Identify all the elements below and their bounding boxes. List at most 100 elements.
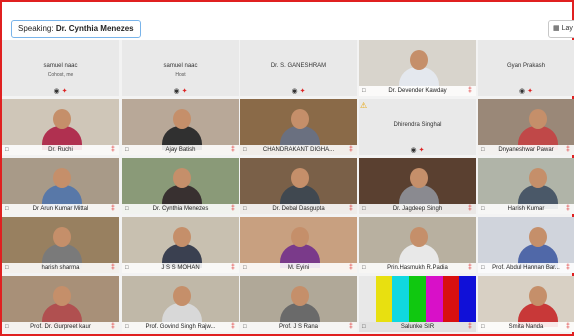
layout-button-label: Lay <box>561 25 573 32</box>
person-head <box>410 168 428 188</box>
participant-name: Dhirendra Singhal <box>393 122 442 128</box>
participant-tile[interactable]: Dnyaneshwar Pawar □ ‡ <box>478 99 574 155</box>
color-bar <box>459 276 476 322</box>
mic-muted-icon: ‡ <box>468 264 472 271</box>
mic-muted-icon: ‡ <box>111 146 115 153</box>
participant-tile[interactable]: Gyan Prakash ◉ ✦ <box>478 40 574 96</box>
participant-name: Prin.Hasmukh R.Padia <box>359 263 476 273</box>
mic-muted-icon: ‡ <box>468 87 472 94</box>
participant-name: Prof. Govind Singh Rajw... <box>122 322 239 332</box>
participant-tile[interactable]: Prof. J S Rana □ ‡ <box>240 276 357 332</box>
participant-tile[interactable]: Prin.Hasmukh R.Padia □ ‡ <box>359 217 476 273</box>
participant-tile[interactable]: Harish Kumar □ ‡ <box>478 158 574 214</box>
participant-video <box>280 109 320 150</box>
participant-name: Dr. Devender Kawday <box>359 86 476 96</box>
person-head <box>53 168 71 188</box>
participant-name: Salunke SIR <box>359 322 476 332</box>
person-head <box>529 286 547 306</box>
person-head <box>529 109 547 129</box>
mic-muted-icon: ‡ <box>231 205 235 212</box>
participant-tile[interactable]: samuel naac Cohost, me ◉ ✦ <box>2 40 119 96</box>
participant-tile[interactable]: Dhirendra Singhal ◉ ✦ ⚠ <box>359 99 476 155</box>
person-head <box>173 286 191 306</box>
participant-tile[interactable]: Dr. Cynthia Menezes □ ‡ <box>122 158 239 214</box>
person-head <box>53 109 71 129</box>
participant-video <box>280 286 320 327</box>
meeting-top-bar: Speaking: Dr. Cynthia Menezes ▦ Lay <box>2 2 574 40</box>
layout-button[interactable]: ▦ Lay <box>548 20 574 38</box>
participant-tile[interactable]: Salunke SIR □ ‡ <box>359 276 476 332</box>
person-head <box>410 50 428 70</box>
participant-video <box>42 168 82 209</box>
participant-name: J S S MOHAN <box>122 263 239 273</box>
participant-name: samuel naac <box>163 63 198 69</box>
participant-tile[interactable]: Prof. Dr. Gurpreet kaur □ ‡ <box>2 276 119 332</box>
person-head <box>53 227 71 247</box>
video-icon: □ <box>5 206 9 212</box>
participant-tile[interactable]: CHANDRAKANT DIGHA... □ ‡ <box>240 99 357 155</box>
participant-name: CHANDRAKANT DIGHA... <box>240 145 357 155</box>
video-icon: □ <box>481 147 485 153</box>
participant-tile[interactable]: Ajay Batish □ ‡ <box>122 99 239 155</box>
participant-name: samuel naac <box>43 63 78 69</box>
participant-tile[interactable]: Dr Arun Kumar Mittal □ ‡ <box>2 158 119 214</box>
video-icon: □ <box>5 324 9 330</box>
mic-muted-icon: ‡ <box>349 205 353 212</box>
participant-tile[interactable]: harish sharma □ ‡ <box>2 217 119 273</box>
participant-tile[interactable]: Dr. Debal Dasgupta □ ‡ <box>240 158 357 214</box>
participant-video <box>399 50 439 91</box>
participant-tile[interactable]: Prof. Govind Singh Rajw... □ ‡ <box>122 276 239 332</box>
person-head <box>291 286 309 306</box>
participant-name: Ajay Batish <box>122 145 239 155</box>
participant-name: Harish Kumar <box>478 204 574 214</box>
participant-name: Dnyaneshwar Pawar <box>478 145 574 155</box>
participant-tile[interactable]: Prof. Abdul Hannan Bar... □ ‡ <box>478 217 574 273</box>
participant-name: Dr Arun Kumar Mittal <box>2 204 119 214</box>
video-icon: □ <box>481 265 485 271</box>
participant-tile[interactable]: Dr. Devender Kawday □ ‡ <box>359 40 476 96</box>
video-icon: □ <box>481 324 485 330</box>
participant-tile[interactable]: J S S MOHAN □ ‡ <box>122 217 239 273</box>
participant-name: Dr. Cynthia Menezes <box>122 204 239 214</box>
participant-video <box>399 227 439 268</box>
participant-tile[interactable]: Dr. S. GANESHRAM ◉ ✦ <box>240 40 357 96</box>
mic-muted-icon: ‡ <box>566 146 570 153</box>
video-off-icon: ◉ <box>53 88 60 95</box>
mic-muted-icon: ✦ <box>418 147 425 154</box>
participant-tile[interactable]: M. Eyini □ ‡ <box>240 217 357 273</box>
mic-muted-icon: ‡ <box>111 323 115 330</box>
participant-video <box>162 109 202 150</box>
speaker-name: Dr. Cynthia Menezes <box>55 24 134 33</box>
participant-video <box>280 168 320 209</box>
participant-tile[interactable]: samuel naac Host ◉ ✦ <box>122 40 239 96</box>
participant-video <box>518 286 558 327</box>
video-icon: □ <box>125 324 129 330</box>
participant-tile[interactable]: Smita Nanda □ ‡ <box>478 276 574 332</box>
participant-name: Prof. Dr. Gurpreet kaur <box>2 322 119 332</box>
video-icon: □ <box>243 265 247 271</box>
participant-video <box>162 286 202 327</box>
video-mic-status: ◉ ✦ <box>359 146 476 154</box>
participant-video <box>42 286 82 327</box>
participant-name: Dr. Jagdeep Singh <box>359 204 476 214</box>
participant-tile[interactable]: Dr. Jagdeep Singh □ ‡ <box>359 158 476 214</box>
color-bar <box>442 276 460 322</box>
color-bar <box>409 276 426 322</box>
participant-video <box>42 109 82 150</box>
mic-muted-icon: ‡ <box>349 264 353 271</box>
mic-muted-icon: ‡ <box>468 205 472 212</box>
video-icon: □ <box>125 147 129 153</box>
mic-muted-icon: ‡ <box>231 323 235 330</box>
participant-name: Dr. Debal Dasgupta <box>240 204 357 214</box>
participant-tile[interactable]: Dr. Ruchi □ ‡ <box>2 99 119 155</box>
color-bars-video <box>359 276 476 322</box>
mic-muted-icon: ‡ <box>111 264 115 271</box>
mic-muted-icon: ‡ <box>566 205 570 212</box>
color-bar <box>359 276 376 322</box>
active-speaker-indicator: Speaking: Dr. Cynthia Menezes <box>11 20 141 38</box>
person-head <box>529 168 547 188</box>
mic-muted-icon: ‡ <box>349 323 353 330</box>
participant-grid: samuel naac Cohost, me ◉ ✦ samuel naac Host ◉… <box>2 40 574 334</box>
grid-icon: ▦ <box>553 25 560 32</box>
mic-muted-icon: ‡ <box>349 146 353 153</box>
